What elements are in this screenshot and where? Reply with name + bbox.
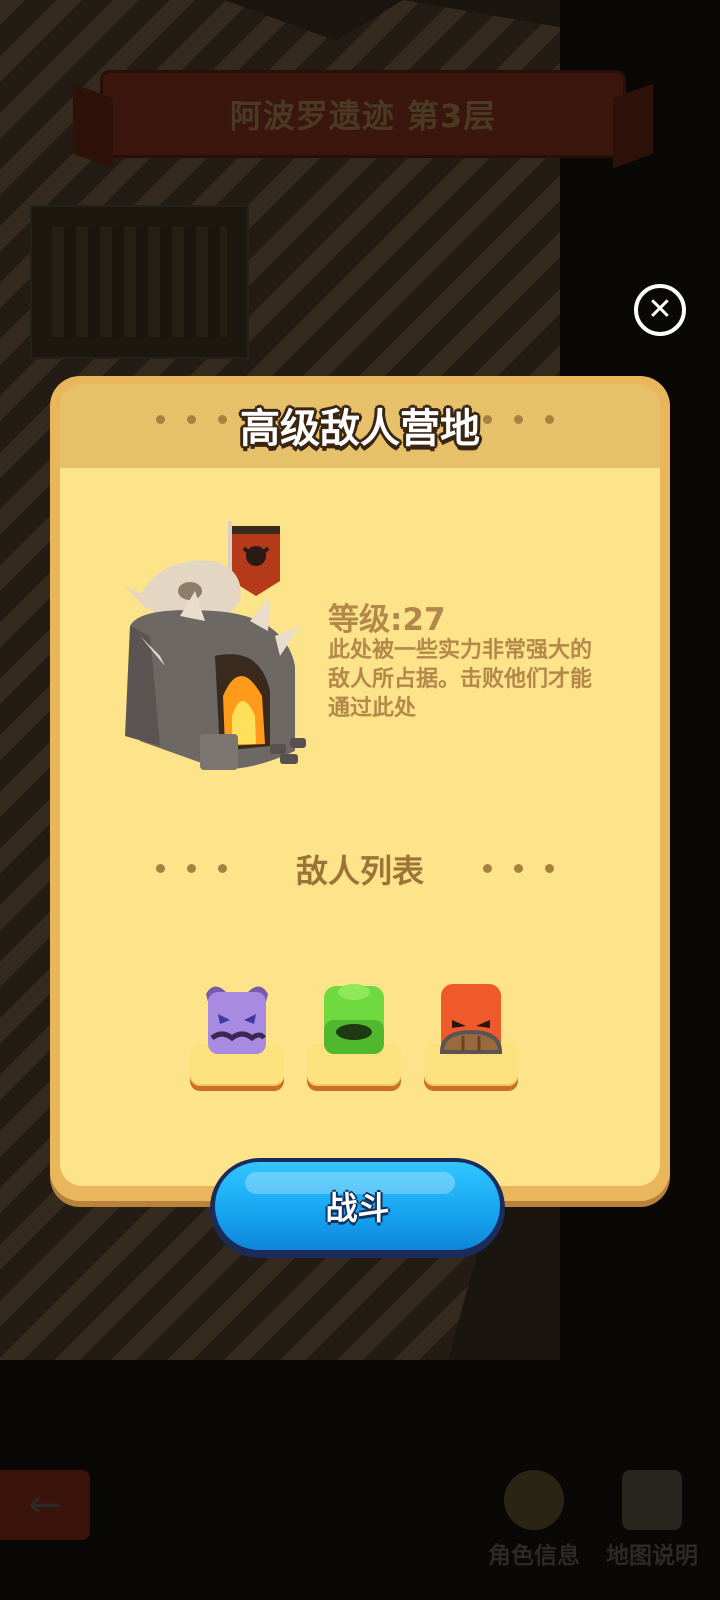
fight-button[interactable]: 战斗: [210, 1158, 505, 1258]
left-arrow-icon: ←: [28, 1482, 62, 1528]
purple-dragon-enemy-icon: [206, 986, 268, 1054]
enemy-slot-3[interactable]: [424, 976, 518, 1086]
camp-level: 等级:27: [328, 602, 446, 638]
close-x-icon: ✕: [647, 292, 673, 327]
enemy-slot-1[interactable]: [190, 976, 284, 1086]
red-shield-enemy-icon: [439, 984, 503, 1054]
close-button[interactable]: ✕: [634, 284, 686, 336]
enemy-camp-icon: [125, 521, 306, 770]
fight-button-label: 战斗: [325, 1189, 390, 1227]
enemy-list-title: 敌人列表: [295, 852, 424, 890]
stage-title-banner: 阿波罗遗迹 第3层: [100, 70, 626, 158]
stage-title: 阿波罗遗迹 第3层: [229, 97, 497, 135]
character-info-label: 角色信息: [488, 1543, 580, 1569]
character-avatar-icon: [504, 1470, 564, 1530]
back-button[interactable]: ←: [0, 1470, 90, 1540]
enemy-camp-dialog: 高级敌人营地 等级:27 此处被一些实力非常强大的敌人所占据。击败他们才能通过此…: [50, 376, 670, 1201]
enemy-slot-2[interactable]: [307, 976, 401, 1086]
map-info-label: 地图说明: [606, 1543, 698, 1569]
map-info-icon: [622, 1470, 682, 1530]
camp-description: 此处被一些实力非常强大的敌人所占据。击败他们才能通过此处: [328, 638, 593, 721]
dialog-title: 高级敌人营地: [240, 406, 480, 452]
green-slime-enemy-icon: [324, 984, 384, 1054]
character-info-button[interactable]: 角色信息: [488, 1470, 580, 1570]
map-info-button[interactable]: 地图说明: [606, 1470, 698, 1570]
minimap: [30, 205, 249, 359]
